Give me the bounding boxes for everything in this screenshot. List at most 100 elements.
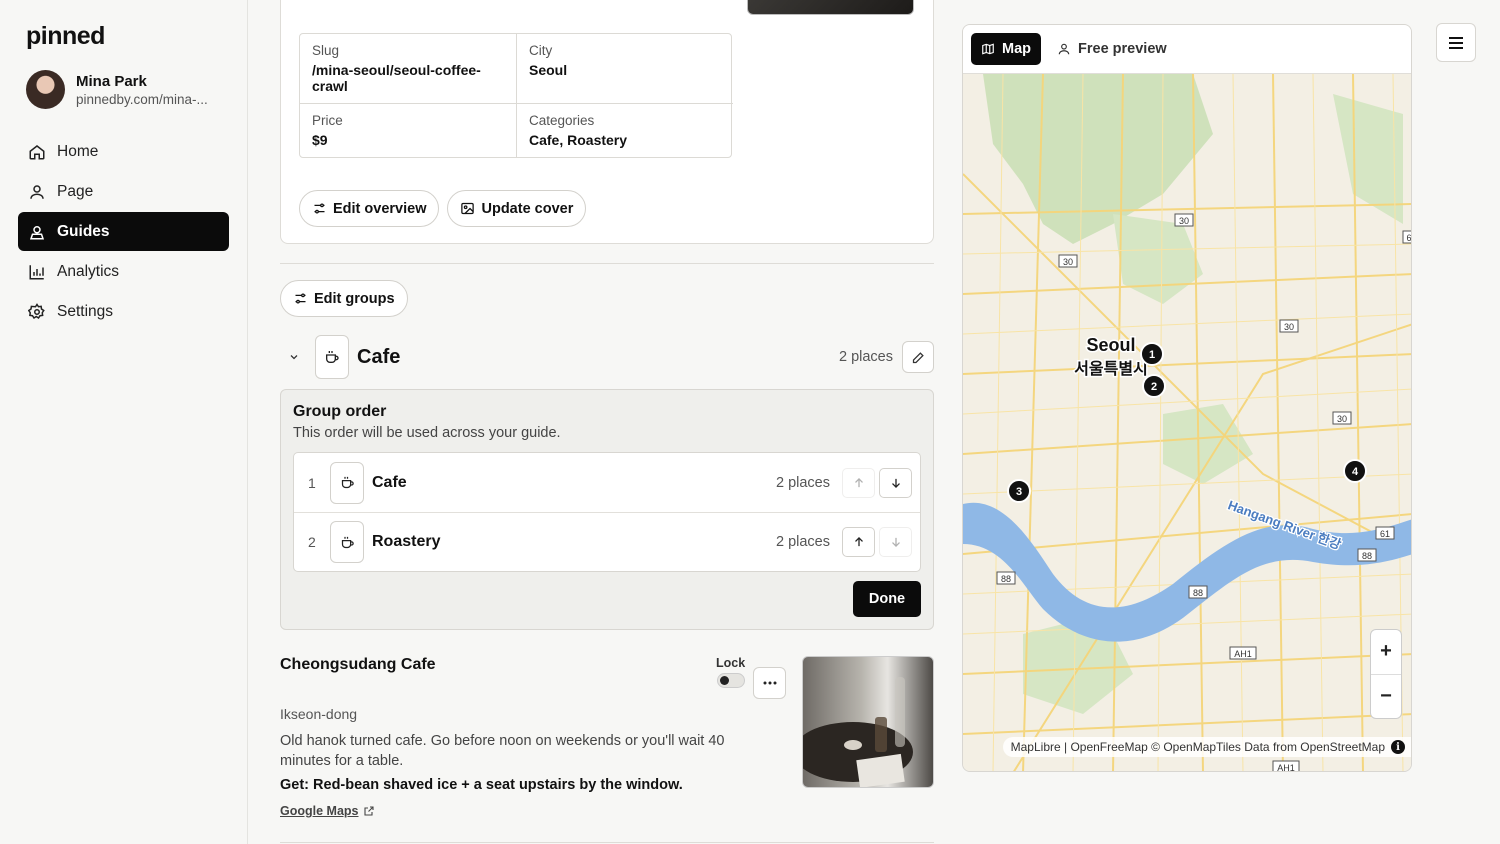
map-tabs: Map Free preview [963,25,1411,74]
nav-label: Settings [57,302,114,320]
city-label: City [529,43,553,58]
categories-label: Categories [529,113,595,128]
marker-label: 4 [1352,466,1359,478]
collapse-toggle[interactable] [280,351,308,363]
marker-label: 3 [1016,486,1022,498]
coffee-icon [330,461,364,504]
city-cell: City Seoul [516,34,733,103]
categories-value: Cafe, Roastery [529,132,628,148]
group-order-list: 1 Cafe 2 places 2 Roastery 2 places [293,452,921,572]
google-maps-link[interactable]: Google Maps [280,804,375,818]
categories-cell: Categories Cafe, Roastery [516,103,733,157]
place-description: Old hanok turned cafe. Go before noon on… [280,733,725,769]
nav-item-guides[interactable]: Guides [18,212,229,251]
sliders-icon [314,203,325,214]
lock-label: Lock [716,656,746,670]
home-icon [29,144,45,159]
user-icon [1058,43,1070,55]
arrow-down-icon [891,537,900,547]
gear-icon [28,302,45,319]
order-group-name: Roastery [372,533,441,550]
slug-cell: Slug /mina-seoul/seoul-coffee-crawl [300,34,516,103]
map-panel: Map Free preview Seoul 서울특별시 Hangang Riv… [962,24,1412,772]
profile-name: Mina Park [76,72,147,90]
road-shield: 88 [1001,574,1011,584]
place-area: Ikseon-dong [280,706,358,722]
place-photo[interactable] [802,656,934,788]
order-place-count: 2 places [775,474,830,491]
list-item: 2 Roastery 2 places [294,512,920,571]
arrow-up-icon [854,537,863,547]
arrow-down-icon [891,478,900,488]
google-maps-label: Google Maps [280,804,359,818]
section-divider [280,842,934,843]
edit-groups-button[interactable]: Edit groups [280,280,408,317]
group-order-subtitle: This order will be used across your guid… [293,425,561,441]
tab-map[interactable]: Map [971,33,1041,65]
road-shield: AH1 [1234,649,1252,659]
road-shield: 88 [1362,551,1372,561]
hamburger-icon [1449,36,1463,49]
move-down-button[interactable] [879,527,912,557]
road-shield: 30 [1179,216,1189,226]
info-icon[interactable]: i [1391,740,1405,754]
arrow-up-icon [854,477,863,487]
zoom-in-button[interactable]: + [1371,630,1401,674]
lock-toggle[interactable] [716,673,745,688]
sliders-icon [295,293,306,304]
road-shield: 88 [1193,588,1203,598]
image-icon [461,202,475,215]
map-canvas[interactable]: Seoul 서울특별시 Hangang River 한강 30 30 30 30… [963,74,1412,772]
nav-item-page[interactable]: Page [18,172,229,211]
menu-button[interactable] [1436,23,1476,62]
profile-card[interactable]: Mina Park pinnedby.com/mina-... [26,70,208,109]
map-marker-2[interactable]: 2 [1142,374,1166,398]
nav-item-home[interactable]: Home [18,132,229,171]
more-options-button[interactable] [753,667,786,699]
attribution-text[interactable]: MapLibre | OpenFreeMap © OpenMapTiles Da… [1011,740,1385,754]
nav-label: Guides [57,222,110,240]
guide-icon [29,225,45,239]
city-label-en: Seoul [1086,335,1135,355]
road-shield: AH1 [1277,763,1295,772]
pencil-icon [912,351,924,363]
update-cover-button[interactable]: Update cover [447,190,587,227]
zoom-out-button[interactable]: − [1371,673,1401,719]
nav-label: Home [57,142,99,160]
edit-overview-button[interactable]: Edit overview [299,190,440,227]
app-logo[interactable]: pinned [26,22,105,51]
lock-control: Lock [716,656,745,688]
group-place-count: 2 places [838,349,893,365]
done-button[interactable]: Done [853,581,921,617]
road-shield: 6 [1406,233,1411,243]
road-shield: 61 [1380,529,1390,539]
coffee-icon [315,335,349,379]
marker-label: 1 [1149,349,1155,361]
price-label: Price [312,113,343,128]
road-shield: 30 [1284,322,1294,332]
edit-group-button[interactable] [902,341,934,373]
move-down-button[interactable] [879,467,912,498]
road-shield: 30 [1337,414,1347,424]
avatar [26,70,65,109]
tab-free-preview-label: Free preview [1078,41,1167,57]
map-marker-4[interactable]: 4 [1343,459,1367,483]
map-marker-1[interactable]: 1 [1140,342,1164,366]
marker-label: 2 [1151,381,1157,393]
map-attribution: MapLibre | OpenFreeMap © OpenMapTiles Da… [1002,737,1411,757]
nav-item-settings[interactable]: Settings [18,292,229,331]
tab-free-preview[interactable]: Free preview [1047,33,1177,65]
edit-overview-label: Edit overview [333,200,427,217]
update-cover-label: Update cover [481,200,574,217]
external-link-icon [364,806,375,816]
place-tip: Get: Red-bean shaved ice + a seat upstai… [280,777,683,793]
slug-label: Slug [312,43,340,58]
map-marker-3[interactable]: 3 [1007,479,1031,503]
move-up-button[interactable] [842,527,875,557]
place-card: Cheongsudang Cafe Lock Ikseon-dong Old h… [280,656,934,818]
cover-image[interactable] [747,0,914,15]
move-up-button[interactable] [842,467,875,498]
order-place-count: 2 places [775,534,830,550]
main-nav: Home Page Guides Analytics Settings [18,132,229,332]
nav-item-analytics[interactable]: Analytics [18,252,229,291]
